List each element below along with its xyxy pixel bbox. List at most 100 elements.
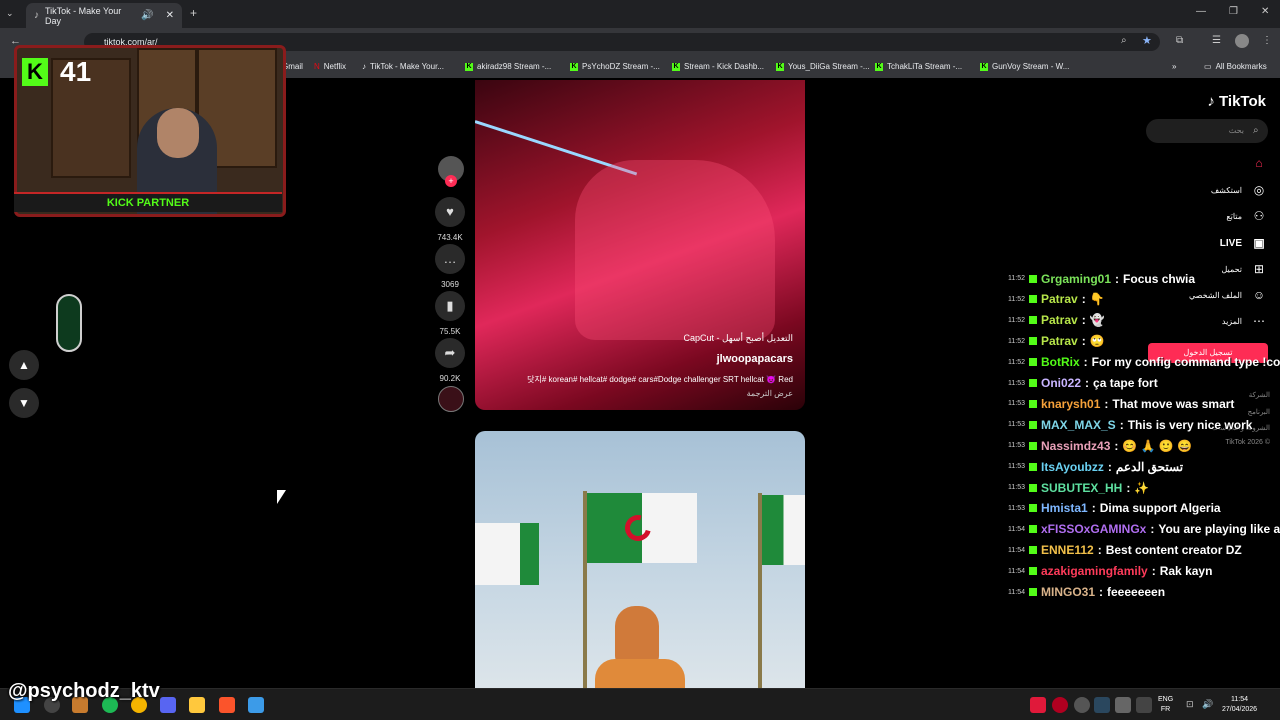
photos-icon[interactable]	[248, 697, 264, 713]
mouse-cursor	[277, 490, 286, 504]
bookmark-star-icon[interactable]: ★	[1142, 34, 1152, 47]
chat-username[interactable]: xFISSOxGAMINGx	[1041, 522, 1146, 536]
video-author[interactable]: jlwoopapacars	[717, 353, 793, 365]
heart-icon[interactable]: ♥	[435, 197, 465, 227]
live-tv-icon: ▣	[1253, 236, 1265, 250]
chat-username[interactable]: Grgaming01	[1041, 272, 1111, 286]
network-icon[interactable]: ⊡	[1186, 699, 1194, 710]
mic-icon[interactable]	[1136, 697, 1152, 713]
bookmark-item[interactable]: N Netflix	[314, 62, 346, 71]
minimize-icon[interactable]: —	[1196, 6, 1206, 17]
chat-username[interactable]: Oni022	[1041, 376, 1081, 390]
bookmark-item[interactable]: ♪ TikTok - Make Your...	[362, 62, 444, 71]
bookmark-item[interactable]: Kakiradz98 Stream -...	[465, 62, 551, 71]
chat-text: Best content creator DZ	[1105, 543, 1242, 558]
chat-time: 11:53	[1008, 484, 1025, 491]
file-explorer-icon[interactable]	[189, 697, 205, 713]
search-icon[interactable]: ⌕	[1253, 125, 1259, 136]
brave-icon[interactable]	[219, 697, 235, 713]
close-tab-icon[interactable]: ✕	[166, 10, 174, 21]
streamer-face	[157, 108, 199, 158]
like-action[interactable]: ♥ 743.4K	[432, 197, 468, 242]
tab-tiktok[interactable]: ♪ TikTok - Make Your Day 🔊 ✕	[26, 3, 182, 28]
comment-icon[interactable]: …	[435, 244, 465, 274]
chat-message: 11:53 Oni022: ça tape fort	[1008, 373, 1158, 394]
chat-text: For my config command type !con	[1091, 355, 1280, 370]
capcut-tag[interactable]: CapCut - التعديل أصبح أسهل	[683, 333, 793, 344]
chat-username[interactable]: Hmista1	[1041, 501, 1088, 515]
language-indicator[interactable]: ENG FR	[1158, 695, 1173, 715]
chat-username[interactable]: MAX_MAX_S	[1041, 418, 1116, 432]
tray-app-icon[interactable]	[1052, 697, 1068, 713]
bookmark-item[interactable]: K GunVoy Stream - W...	[980, 62, 1069, 71]
chat-message: 11:53 SUBUTEX_HH: ✨	[1008, 477, 1149, 498]
volume-icon[interactable]: 🔊	[1202, 699, 1213, 710]
chat-text: That move was smart	[1112, 396, 1235, 411]
nav-profile[interactable]: الملف الشخصي ☺	[1189, 288, 1266, 302]
chat-separator: :	[1097, 543, 1102, 558]
tray-app-icon[interactable]	[1074, 697, 1090, 713]
share-action[interactable]: ➦ 90.2K	[432, 338, 468, 383]
scroll-up-button[interactable]: ▲	[9, 350, 39, 380]
nav-upload[interactable]: تحميل ⊞	[1222, 262, 1267, 276]
tiktok-logo[interactable]: ♪ TikTok	[1207, 93, 1266, 110]
chat-username[interactable]: MINGO31	[1041, 585, 1095, 599]
zoom-icon[interactable]: ⌕	[1121, 35, 1127, 46]
footer-company[interactable]: الشركة	[1249, 391, 1270, 399]
new-tab-icon[interactable]: +	[190, 6, 197, 20]
tray-app-icon[interactable]	[1030, 697, 1046, 713]
nav-live[interactable]: LIVE ▣	[1220, 236, 1266, 250]
bookmark-item[interactable]: K PsYchoDZ Stream -...	[570, 62, 660, 71]
menu-icon[interactable]: ⋮	[1262, 35, 1272, 46]
media-icon[interactable]: ☰	[1212, 35, 1221, 46]
chat-username[interactable]: Patrav	[1041, 313, 1078, 327]
maximize-icon[interactable]: ❐	[1229, 6, 1238, 17]
bookmark-action[interactable]: ▮ 75.5K	[432, 291, 468, 336]
chat-username[interactable]: Nassimdz43	[1041, 439, 1110, 453]
nav-for-you[interactable]: ⌂	[1252, 156, 1266, 170]
bookmark-item[interactable]: K Yous_DiiGa Stream -...	[776, 62, 870, 71]
chat-time: 11:54	[1008, 588, 1025, 596]
nav-explore[interactable]: استكشف ◎	[1211, 183, 1266, 197]
audio-icon[interactable]: 🔊	[141, 10, 153, 21]
chat-text: 👇	[1089, 292, 1105, 307]
chat-username[interactable]: SUBUTEX_HH	[1041, 481, 1122, 495]
bookmark-item[interactable]: K TchakLiTa Stream -...	[875, 62, 962, 71]
comment-action[interactable]: … 3069	[432, 244, 468, 289]
video-player-1[interactable]: CapCut - التعديل أصبح أسهل jlwoopapacars…	[475, 80, 805, 410]
scroll-down-button[interactable]: ▼	[9, 388, 39, 418]
kick-badge-icon	[1029, 379, 1037, 387]
chat-username[interactable]: ItsAyoubzz	[1041, 460, 1104, 474]
chat-username[interactable]: Patrav	[1041, 292, 1078, 306]
close-window-icon[interactable]: ✕	[1261, 6, 1269, 17]
chat-username[interactable]: azakigamingfamily	[1041, 564, 1148, 578]
share-icon[interactable]: ➦	[435, 338, 465, 368]
kick-badge-icon	[1029, 441, 1037, 450]
tray-app-icon[interactable]	[1115, 697, 1131, 713]
follow-plus-icon[interactable]: +	[445, 175, 457, 187]
chat-username[interactable]: BotRix	[1041, 355, 1080, 369]
chat-time: 11:53	[1008, 442, 1025, 450]
chat-username[interactable]: Patrav	[1041, 334, 1078, 348]
nav-more[interactable]: المزيد ⋯	[1222, 314, 1266, 328]
tab-search-icon[interactable]: ⌄	[6, 8, 14, 19]
chat-separator: :	[1099, 585, 1104, 599]
clock[interactable]: 11:54 27/04/2026	[1222, 695, 1257, 715]
music-disc-icon[interactable]	[438, 386, 464, 412]
bookmarks-overflow-icon[interactable]: »	[1172, 62, 1176, 71]
chat-username[interactable]: knarysh01	[1041, 397, 1100, 411]
profile-avatar[interactable]	[1235, 34, 1249, 48]
nav-following[interactable]: متابَع ⚇	[1226, 209, 1266, 223]
video-player-2[interactable]	[475, 431, 805, 691]
extensions-icon[interactable]: ⧉	[1176, 35, 1183, 46]
all-bookmarks[interactable]: ▭ All Bookmarks	[1204, 62, 1267, 71]
chat-username[interactable]: ENNE112	[1041, 543, 1094, 557]
steam-icon[interactable]	[1094, 697, 1110, 713]
discord-icon[interactable]	[160, 697, 176, 713]
bookmark-icon[interactable]: ▮	[435, 291, 465, 321]
compass-icon: ◎	[1253, 183, 1265, 197]
bookmark-item[interactable]: K Stream - Kick Dashb...	[672, 62, 764, 71]
search-input[interactable]: بحث	[1146, 119, 1268, 143]
home-icon: ⌂	[1255, 156, 1263, 170]
translate-link[interactable]: عرض الترجمة	[747, 389, 793, 398]
